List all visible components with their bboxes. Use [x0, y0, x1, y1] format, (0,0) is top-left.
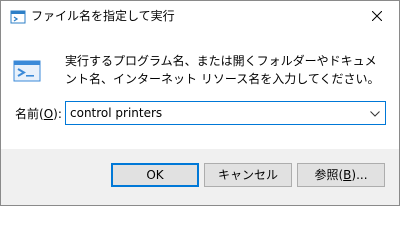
close-icon	[371, 10, 382, 24]
close-button[interactable]	[354, 1, 399, 32]
chevron-down-icon	[370, 106, 380, 120]
run-program-icon	[11, 54, 43, 86]
browse-label-prefix: 参照(	[314, 168, 344, 182]
run-dialog: ファイル名を指定して実行 実行するプログラム名、または開くフォルダーやドキュメン…	[0, 0, 400, 206]
open-combobox[interactable]: control printers	[65, 101, 386, 125]
dropdown-button[interactable]	[365, 102, 385, 124]
cancel-button[interactable]: キャンセル	[204, 163, 292, 187]
button-bar: OK キャンセル 参照(B)...	[1, 149, 399, 205]
open-label-suffix: ):	[53, 107, 62, 121]
dialog-body: 実行するプログラム名、または開くフォルダーやドキュメント名、インターネット リソ…	[1, 32, 399, 149]
run-icon	[10, 9, 26, 25]
title-bar[interactable]: ファイル名を指定して実行	[1, 1, 399, 32]
open-input[interactable]: control printers	[70, 105, 162, 121]
browse-button[interactable]: 参照(B)...	[297, 163, 385, 187]
open-label: 名前(O):	[15, 106, 62, 122]
ok-button[interactable]: OK	[111, 163, 199, 187]
open-label-prefix: 名前(	[15, 107, 44, 121]
browse-label-suffix: )...	[351, 168, 368, 182]
description-text: 実行するプログラム名、または開くフォルダーやドキュメント名、インターネット リソ…	[65, 54, 380, 86]
open-label-accelerator: O	[43, 107, 54, 121]
window-title: ファイル名を指定して実行	[31, 9, 175, 23]
